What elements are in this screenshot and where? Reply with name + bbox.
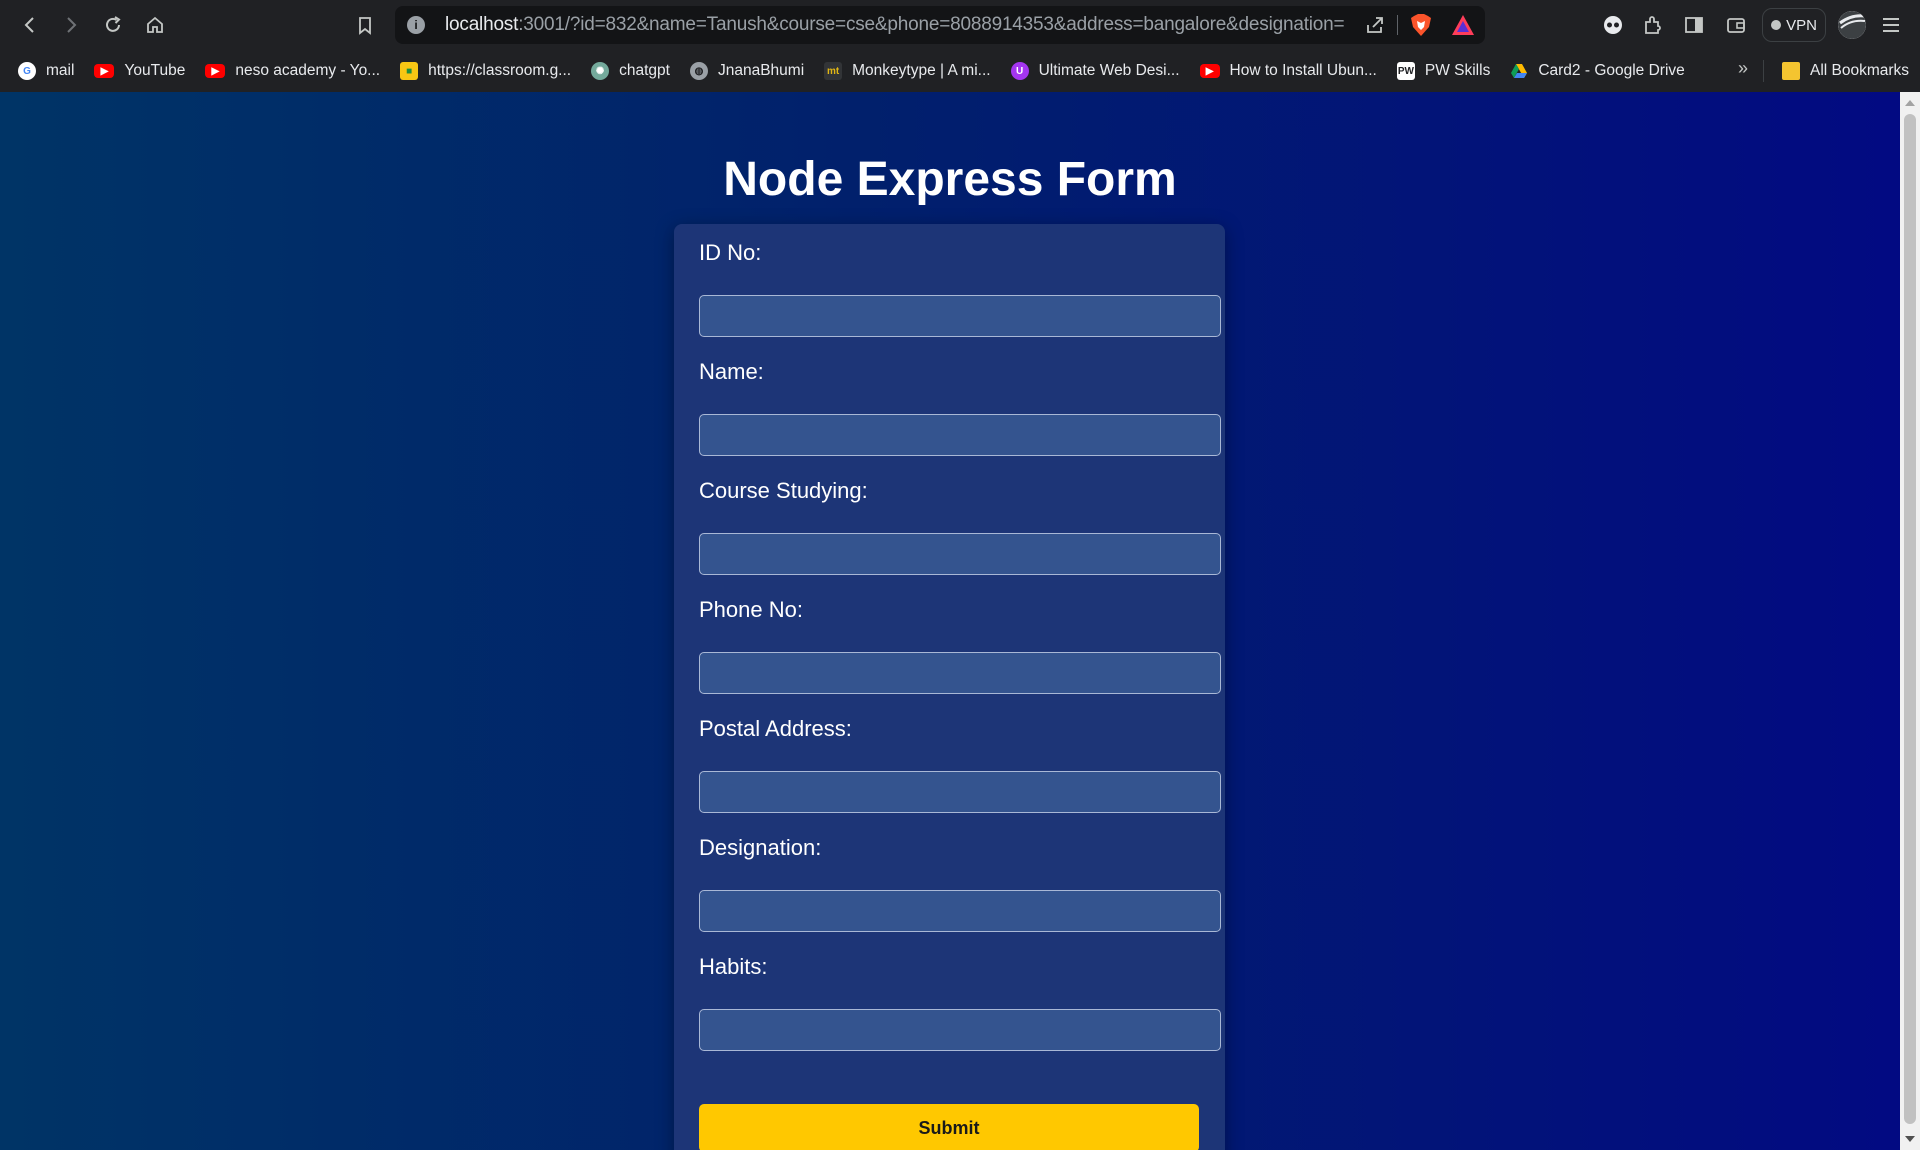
profile-avatar[interactable] — [1838, 11, 1866, 39]
sidebar-icon[interactable] — [1681, 12, 1707, 38]
bookmark-mail[interactable]: G mail — [8, 55, 84, 87]
url-path: :3001/?id=832&name=Tanush&course=cse&pho… — [518, 14, 1345, 35]
brave-shields-icon[interactable] — [1410, 13, 1432, 37]
back-icon[interactable] — [14, 9, 46, 41]
bookmark-google-drive[interactable]: Card2 - Google Drive — [1500, 55, 1694, 87]
designation-input[interactable] — [699, 890, 1221, 932]
bookmark-install-ubuntu[interactable]: ▶ How to Install Ubun... — [1190, 55, 1387, 87]
brave-rewards-icon[interactable] — [1451, 14, 1475, 36]
bookmark-label: https://classroom.g... — [428, 62, 572, 79]
folder-icon — [1782, 62, 1800, 80]
monkeytype-icon: mt — [824, 62, 843, 80]
extensions-icon[interactable] — [1640, 12, 1666, 38]
bookmark-neso-academy[interactable]: ▶ neso academy - Yo... — [195, 55, 390, 87]
vpn-label: VPN — [1786, 16, 1817, 34]
node-express-form: ID No: Name: Course Studying: Phone No: … — [674, 224, 1225, 1150]
scroll-down-arrow-icon[interactable] — [1905, 1136, 1915, 1142]
bookmark-icon[interactable] — [349, 9, 381, 41]
bookmark-label: Monkeytype | A mi... — [852, 62, 991, 79]
all-bookmarks-button[interactable]: All Bookmarks — [1772, 55, 1919, 87]
drive-icon — [1510, 62, 1528, 80]
classroom-icon: ■ — [400, 62, 419, 80]
share-icon[interactable] — [1365, 15, 1385, 35]
url-text[interactable]: localhost:3001/?id=832&name=Tanush&cours… — [445, 14, 1345, 36]
bookmark-label: chatgpt — [619, 62, 670, 79]
wallet-icon[interactable] — [1723, 12, 1749, 38]
globe-icon: ◍ — [689, 62, 708, 80]
scroll-up-arrow-icon[interactable] — [1905, 100, 1915, 106]
wallet-extension-icon[interactable] — [1600, 12, 1626, 38]
phone-label: Phone No: — [699, 597, 803, 622]
bookmark-label: JnanaBhumi — [717, 62, 805, 79]
menu-icon[interactable] — [1880, 14, 1902, 36]
url-host: localhost — [445, 14, 519, 35]
bookmark-youtube[interactable]: ▶ YouTube — [84, 55, 195, 87]
pwskills-icon: PW — [1396, 62, 1415, 80]
page-viewport: Node Express Form ID No: Name: Course St… — [0, 92, 1900, 1150]
page-scrollbar[interactable] — [1900, 92, 1920, 1150]
course-input[interactable] — [699, 533, 1221, 575]
bookmark-label: mail — [46, 62, 75, 79]
bookmark-jnanabhumi[interactable]: ◍ JnanaBhumi — [680, 55, 814, 87]
browser-toolbar: i localhost:3001/?id=832&name=Tanush&cou… — [0, 0, 1920, 50]
vpn-status-icon — [1771, 20, 1782, 30]
address-bar[interactable]: i localhost:3001/?id=832&name=Tanush&cou… — [395, 6, 1485, 44]
bookmark-label: neso academy - Yo... — [235, 62, 381, 79]
udemy-icon: U — [1010, 62, 1029, 80]
chatgpt-icon: ✺ — [591, 62, 610, 80]
bookmark-monkeytype[interactable]: mt Monkeytype | A mi... — [814, 55, 1000, 87]
scrollbar-thumb[interactable] — [1904, 114, 1916, 1124]
bookmark-label: PW Skills — [1424, 62, 1491, 79]
youtube-icon: ▶ — [205, 64, 226, 78]
address-input[interactable] — [699, 771, 1221, 813]
phone-input[interactable] — [699, 652, 1221, 694]
all-bookmarks-label: All Bookmarks — [1810, 62, 1910, 79]
site-info-icon[interactable]: i — [407, 16, 425, 34]
home-icon[interactable] — [139, 9, 171, 41]
reload-icon[interactable] — [97, 9, 129, 41]
id-input[interactable] — [699, 295, 1221, 337]
course-label: Course Studying: — [699, 478, 868, 503]
bookmarks-overflow-button[interactable]: » — [1738, 58, 1748, 79]
youtube-icon: ▶ — [1199, 64, 1220, 78]
bookmark-chatgpt[interactable]: ✺ chatgpt — [581, 55, 680, 87]
submit-button[interactable]: Submit — [699, 1104, 1199, 1150]
address-label: Postal Address: — [699, 716, 852, 741]
name-label: Name: — [699, 359, 764, 384]
page-title: Node Express Form — [723, 153, 1177, 206]
bookmark-pw-skills[interactable]: PW PW Skills — [1387, 55, 1500, 87]
forward-icon[interactable] — [55, 9, 87, 41]
id-label: ID No: — [699, 240, 762, 265]
habits-input[interactable] — [699, 1009, 1221, 1051]
google-icon: G — [18, 62, 36, 80]
bookmark-classroom[interactable]: ■ https://classroom.g... — [390, 55, 581, 87]
bookmark-label: Ultimate Web Desi... — [1038, 62, 1180, 79]
bookmark-ultimate-web-design[interactable]: U Ultimate Web Desi... — [1001, 55, 1190, 87]
habits-label: Habits: — [699, 954, 768, 979]
bookmarks-bar: G mail ▶ YouTube ▶ neso academy - Yo... … — [0, 50, 1920, 92]
omnibox-divider — [1397, 15, 1398, 35]
bookmark-label: How to Install Ubun... — [1229, 62, 1377, 79]
vpn-button[interactable]: VPN — [1762, 8, 1826, 42]
designation-label: Designation: — [699, 835, 822, 860]
youtube-icon: ▶ — [94, 64, 115, 78]
name-input[interactable] — [699, 414, 1221, 456]
bookmark-label: Card2 - Google Drive — [1538, 62, 1685, 79]
bookmark-label: YouTube — [124, 62, 186, 79]
bookmarks-divider — [1763, 60, 1764, 82]
